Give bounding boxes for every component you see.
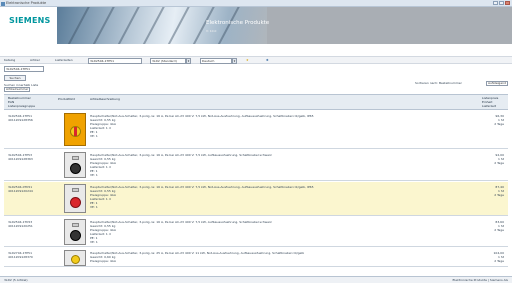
table-row[interactable]: 3LD2504-1TP51 4011209128356 Hauptschalte… (4, 111, 508, 149)
table-row[interactable]: 3LD2504-1TK53 4011209120251 Hauptschalte… (4, 217, 508, 247)
ve: VE: 1 (90, 205, 98, 209)
close-button[interactable] (505, 1, 510, 5)
sort-button[interactable]: Aufsteigend (486, 81, 508, 86)
language-select[interactable]: Deutsch (200, 58, 232, 64)
table-header: Bestellnummer EAN Listenpreisgruppe Prod… (4, 94, 508, 110)
delivery-time: 2 Tage (494, 228, 504, 232)
switch-knob (71, 255, 80, 264)
search-button[interactable]: Suchen (4, 75, 26, 81)
menu-artikel[interactable]: Artikel (30, 58, 40, 63)
delivery-time: 2 Tage (494, 259, 504, 263)
product-image (64, 219, 86, 245)
search-input[interactable]: 3LD2504-1TP51 (4, 66, 44, 72)
toolbar: Katalog Artikel Lieferzeiten 3LD2504-1TP… (0, 56, 512, 64)
switch-knob (70, 230, 81, 241)
delivery-time: 2 Tage (494, 161, 504, 165)
toolbar-search-input[interactable]: 3LD2504-1TP51 (88, 58, 142, 64)
banner-version: V: 10.0 (206, 29, 217, 33)
col-description[interactable]: Artikelbeschreibung (90, 97, 120, 101)
header-banner: SIEMENS Elektronische Produkte V: 10.0 (0, 7, 512, 44)
col-image[interactable]: Produktbild (58, 97, 75, 101)
ve: VE: 1 (90, 173, 98, 177)
status-left: 3LD2 (5 Artikel) (4, 278, 28, 282)
status-right: Elektronische Produkte | Siemens AG (452, 278, 508, 282)
window-controls (493, 1, 510, 5)
banner-title: Elektronische Produkte (206, 20, 270, 26)
logo-area: SIEMENS (0, 7, 57, 44)
switch-knob (70, 163, 81, 174)
switch-knob (70, 197, 81, 208)
ean: 4011209128356 (8, 118, 33, 122)
description: Hauptschalter/Not-Aus-Schalter, 3-polig,… (90, 153, 272, 157)
chevron-down-icon[interactable]: ▾ (232, 58, 237, 64)
chevron-down-icon[interactable]: ▾ (186, 58, 191, 64)
maximize-button[interactable] (499, 1, 504, 5)
menu-lieferzeiten[interactable]: Lieferzeiten (55, 58, 73, 63)
price-group: Preisgruppe: 4AA (90, 259, 116, 263)
product-image (64, 152, 86, 178)
switch-window (72, 156, 79, 160)
col-delivery[interactable]: Lieferzeit (482, 104, 496, 108)
description: Hauptschalter/Not-Aus-Schalter, 3-polig,… (90, 220, 272, 224)
delivery-time: 2 Tage (494, 193, 504, 197)
menu-katalog[interactable]: Katalog (4, 58, 15, 63)
ean: 4011209128370 (8, 255, 33, 259)
table-row-selected[interactable]: 3LD2504-0TK51 4011209120244 Hauptschalte… (4, 182, 508, 216)
minimize-button[interactable] (493, 1, 498, 5)
delivery-time: 2 Tage (494, 122, 504, 126)
settings-icon[interactable]: ✱ (266, 58, 269, 63)
table-row[interactable]: 3LD2504-1TP53 4011209128363 Hauptschalte… (4, 150, 508, 181)
app-icon (1, 1, 5, 6)
window-title: Elektronische Produkte (6, 1, 47, 5)
window-titlebar: Elektronische Produkte (0, 0, 512, 7)
ean: 4011209120244 (8, 189, 33, 193)
switch-handle (74, 127, 77, 136)
status-bar: 3LD2 (5 Artikel) Elektronische Produkte … (0, 276, 512, 283)
ean: 4011209128363 (8, 157, 33, 161)
description: Hauptschalter/Not-Aus-Schalter, 3-polig,… (90, 251, 305, 255)
ve: VE: 1 (90, 240, 98, 244)
switch-window (72, 188, 79, 192)
description: Hauptschalter/Not-Aus-Schalter, 3-polig,… (90, 185, 314, 189)
siemens-logo: SIEMENS (9, 16, 51, 25)
ve: VE: 1 (90, 134, 98, 138)
product-image (64, 113, 86, 146)
description: Hauptschalter/Not-Aus-Schalter, 3-polig,… (90, 114, 314, 118)
sort-label: Sortieren nach: Bestellnummer (415, 81, 462, 85)
product-image (64, 184, 86, 213)
product-image (64, 250, 86, 266)
switch-window (72, 223, 79, 227)
table-row[interactable]: 3LD2704-1TP51 4011209128370 Hauptschalte… (4, 248, 508, 267)
selection-select[interactable]: Artikelnummer (4, 87, 30, 92)
ean: 4011209120251 (8, 224, 33, 228)
star-icon[interactable]: ★ (246, 58, 249, 63)
col-price-group[interactable]: Listenpreisgruppe (8, 104, 35, 108)
filter-select[interactable]: 3LD2 (Standard) (150, 58, 186, 64)
